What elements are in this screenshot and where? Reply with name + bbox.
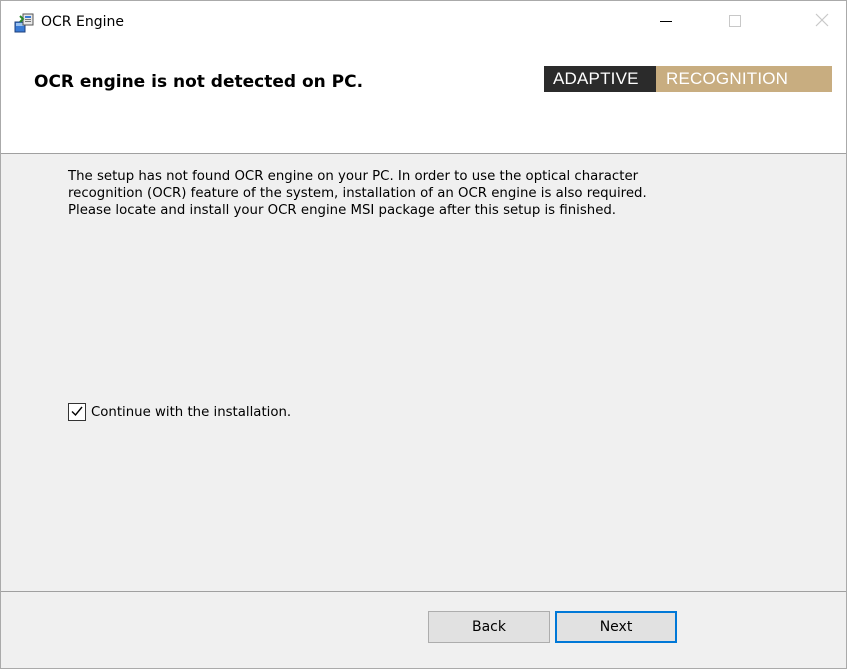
logo-text-recognition: RECOGNITION (656, 66, 832, 92)
back-button[interactable]: Back (428, 611, 550, 643)
installer-window: OCR Engine OCR engine is not detected on… (0, 0, 847, 669)
message-line: recognition (OCR) feature of the system,… (68, 186, 647, 201)
content-panel: The setup has not found OCR engine on yo… (1, 154, 846, 591)
info-message: The setup has not found OCR engine on yo… (68, 168, 808, 219)
window-title: OCR Engine (41, 14, 124, 30)
adaptive-recognition-logo: ADAPTIVE RECOGNITION (544, 66, 832, 92)
header-banner: OCR engine is not detected on PC. ADAPTI… (1, 41, 846, 153)
message-line: Please locate and install your OCR engin… (68, 203, 617, 218)
close-icon (815, 12, 829, 31)
next-button[interactable]: Next (555, 611, 677, 643)
checkbox-label[interactable]: Continue with the installation. (91, 405, 291, 420)
maximize-button[interactable] (711, 1, 759, 41)
checkmark-icon (70, 403, 84, 422)
close-button[interactable] (798, 1, 846, 41)
minimize-icon (660, 12, 672, 31)
continue-installation-option[interactable]: Continue with the installation. (68, 403, 291, 421)
logo-text-adaptive: ADAPTIVE (544, 66, 656, 92)
maximize-icon (729, 12, 741, 31)
continue-installation-checkbox[interactable] (68, 403, 86, 421)
installer-package-icon (14, 13, 34, 33)
minimize-button[interactable] (642, 1, 690, 41)
title-bar[interactable]: OCR Engine (1, 1, 846, 41)
message-line: The setup has not found OCR engine on yo… (68, 169, 639, 184)
page-title: OCR engine is not detected on PC. (34, 72, 364, 92)
button-bar: Back Next (1, 592, 846, 668)
